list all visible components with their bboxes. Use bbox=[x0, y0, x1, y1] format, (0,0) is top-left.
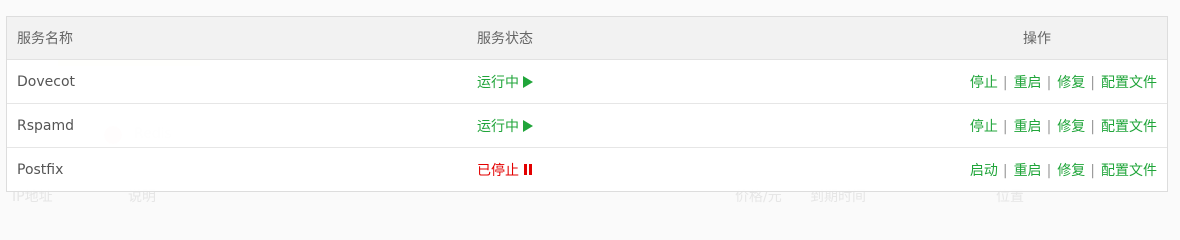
play-icon bbox=[523, 119, 533, 132]
separator: | bbox=[1002, 162, 1008, 179]
separator: | bbox=[1046, 118, 1052, 135]
pause-icon bbox=[524, 164, 532, 175]
stop-button[interactable]: 停止 bbox=[970, 119, 998, 135]
status-badge: 运行中 bbox=[477, 116, 533, 136]
status-text: 运行中 bbox=[477, 118, 519, 135]
service-status-cell: 已停止 bbox=[467, 148, 907, 192]
header-service-name: 服务名称 bbox=[7, 17, 467, 60]
repair-button[interactable]: 修复 bbox=[1057, 163, 1085, 179]
restart-button[interactable]: 重启 bbox=[1014, 75, 1042, 91]
repair-button[interactable]: 修复 bbox=[1057, 75, 1085, 91]
service-name: Dovecot bbox=[7, 59, 467, 104]
service-status-cell: 运行中 bbox=[467, 59, 907, 104]
separator: | bbox=[1090, 118, 1095, 135]
status-badge: 已停止 bbox=[477, 160, 532, 180]
header-service-status: 服务状态 bbox=[467, 17, 907, 60]
service-name: Postfix bbox=[17, 161, 64, 178]
separator: | bbox=[1002, 74, 1008, 91]
status-badge: 运行中 bbox=[477, 72, 533, 92]
config-file-button[interactable]: 配置文件 bbox=[1101, 75, 1157, 91]
actions-cell: 停止 | 重启 | 修复 | 配置文件 bbox=[907, 103, 1167, 148]
restart-button[interactable]: 重启 bbox=[1014, 163, 1042, 179]
actions-cell: 启动 | 重启 | 修复 | 配置文件 bbox=[907, 148, 1167, 192]
actions-cell: 停止 | 重启 | 修复 | 配置文件 bbox=[907, 59, 1167, 104]
service-status-cell: 运行中 bbox=[467, 103, 907, 148]
stop-button[interactable]: 停止 bbox=[970, 75, 998, 91]
repair-button[interactable]: 修复 bbox=[1057, 119, 1085, 135]
play-icon bbox=[523, 75, 533, 88]
table-row: Postfix 已停止 启动 | 重启 | 修复 | 配置文件 bbox=[7, 148, 1167, 192]
config-file-button[interactable]: 配置文件 bbox=[1101, 119, 1157, 135]
header-actions: 操作 bbox=[907, 17, 1167, 60]
config-file-button[interactable]: 配置文件 bbox=[1101, 163, 1157, 179]
separator: | bbox=[1090, 74, 1095, 91]
service-table-panel: 服务名称 服务状态 操作 Dovecot 运行中 停止 | 重启 | 修复 | 配置文件 bbox=[6, 16, 1168, 192]
table-row: Dovecot 运行中 停止 | 重启 | 修复 | 配置文件 bbox=[7, 59, 1167, 104]
table-header-row: 服务名称 服务状态 操作 bbox=[7, 17, 1167, 60]
separator: | bbox=[1046, 74, 1052, 91]
separator: | bbox=[1090, 162, 1095, 179]
restart-button[interactable]: 重启 bbox=[1014, 119, 1042, 135]
separator: | bbox=[1002, 118, 1008, 135]
status-text: 已停止 bbox=[477, 162, 519, 179]
service-name: Rspamd bbox=[7, 103, 467, 148]
separator: | bbox=[1046, 162, 1052, 179]
status-text: 运行中 bbox=[477, 74, 519, 91]
table-row: Rspamd 运行中 停止 | 重启 | 修复 | 配置文件 bbox=[7, 103, 1167, 148]
start-button[interactable]: 启动 bbox=[970, 163, 998, 179]
service-table: 服务名称 服务状态 操作 Dovecot 运行中 停止 | 重启 | 修复 | 配置文件 bbox=[7, 17, 1167, 191]
